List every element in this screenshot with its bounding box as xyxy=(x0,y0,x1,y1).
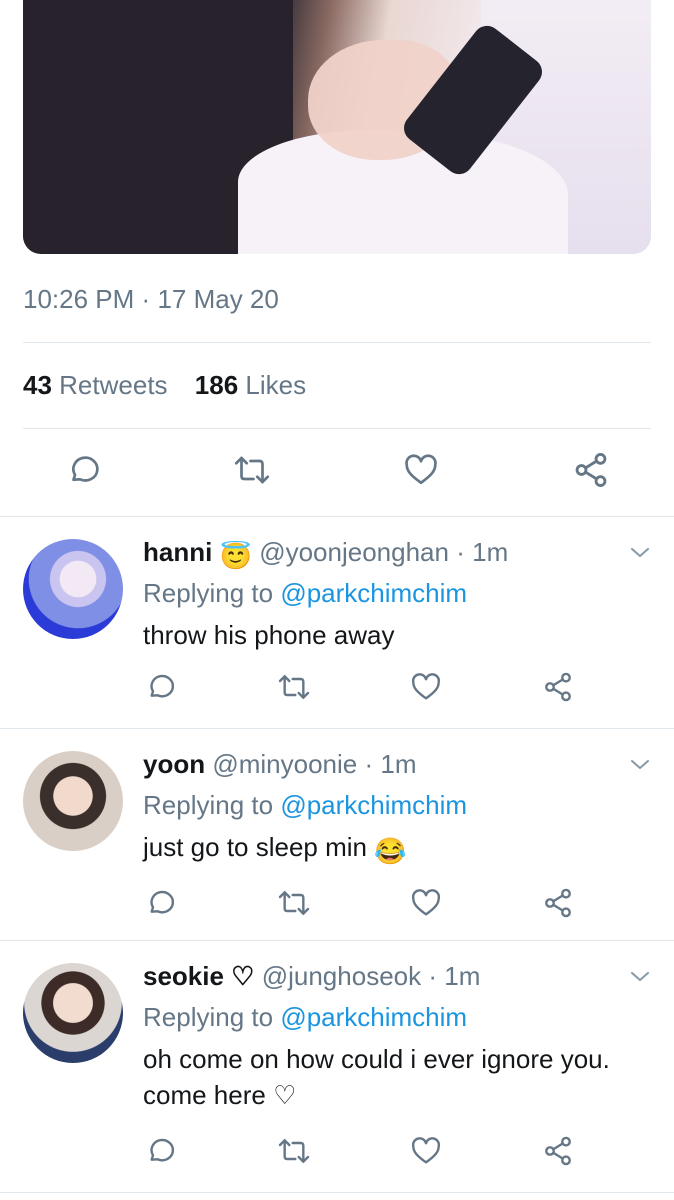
avatar[interactable] xyxy=(23,963,123,1063)
reply-header: yoon @minyoonie · 1m xyxy=(143,749,417,780)
heart-icon xyxy=(411,1137,441,1164)
reply-text-line: come here ♡ xyxy=(143,1080,297,1110)
avatar[interactable] xyxy=(23,751,123,851)
like-count: 186 xyxy=(194,370,239,400)
heart-icon xyxy=(411,673,441,700)
user-handle[interactable]: @junghoseok xyxy=(262,961,421,991)
meta-sep: · xyxy=(456,537,465,567)
reply-button[interactable] xyxy=(143,883,179,923)
replying-prefix: Replying to xyxy=(143,578,274,608)
reply-time: 1m xyxy=(472,537,509,567)
reply-tweet[interactable]: seokie ♡ @junghoseok · 1m Replying to @p… xyxy=(0,941,674,1191)
tweet-timestamp[interactable]: 10:26 PM · 17 May 20 xyxy=(23,284,279,315)
retweet-icon xyxy=(278,1139,310,1163)
reply-text: throw his phone away xyxy=(143,620,395,650)
share-icon xyxy=(545,888,571,918)
reply-tweet[interactable]: hanni 😇 @yoonjeonghan · 1m Replying to @… xyxy=(0,517,674,727)
retweet-icon xyxy=(234,456,270,484)
reply-button[interactable] xyxy=(143,1131,179,1171)
retweets-stat[interactable]: 43 Retweets xyxy=(23,370,168,400)
retweet-button[interactable] xyxy=(230,448,274,492)
divider xyxy=(23,342,651,343)
replying-to: Replying to @parkchimchim xyxy=(143,1002,467,1033)
reply-bubble-icon xyxy=(150,1138,175,1162)
chevron-down-icon[interactable] xyxy=(628,965,652,989)
mention-link[interactable]: @parkchimchim xyxy=(280,1002,467,1032)
avatar[interactable] xyxy=(23,539,123,639)
share-button[interactable] xyxy=(570,448,612,492)
display-name[interactable]: seokie ♡ xyxy=(143,961,254,991)
display-name[interactable]: hanni xyxy=(143,537,212,567)
display-name[interactable]: yoon xyxy=(143,749,205,779)
share-button[interactable] xyxy=(540,667,576,707)
retweet-icon xyxy=(278,891,310,915)
tweet-stats: 43 Retweets 186 Likes xyxy=(23,370,326,401)
reply-time: 1m xyxy=(380,749,417,779)
reply-text-line: oh come on how could i ever ignore you. xyxy=(143,1044,610,1074)
replying-to: Replying to @parkchimchim xyxy=(143,578,467,609)
retweet-button[interactable] xyxy=(274,883,314,923)
share-icon xyxy=(545,672,571,702)
meta-sep: · xyxy=(428,961,438,991)
retweet-count: 43 xyxy=(23,370,52,400)
likes-stat[interactable]: 186 Likes xyxy=(195,370,306,400)
replying-to: Replying to @parkchimchim xyxy=(143,790,467,821)
reply-bubble-icon xyxy=(150,890,175,914)
heart-icon xyxy=(405,454,437,485)
replying-prefix: Replying to xyxy=(143,790,274,820)
tweet-date: 17 May 20 xyxy=(157,284,279,314)
retweet-label: Retweets xyxy=(59,370,168,400)
reply-header: hanni 😇 @yoonjeonghan · 1m xyxy=(143,537,508,572)
divider xyxy=(23,428,651,429)
reply-header: seokie ♡ @junghoseok · 1m xyxy=(143,961,480,992)
reply-time: 1m xyxy=(444,961,481,991)
chevron-down-icon[interactable] xyxy=(628,753,652,777)
reply-bubble-icon xyxy=(72,456,99,482)
share-button[interactable] xyxy=(540,1131,576,1171)
like-label: Likes xyxy=(245,370,307,400)
mention-link[interactable]: @parkchimchim xyxy=(280,578,467,608)
chevron-down-icon[interactable] xyxy=(628,541,652,565)
like-button[interactable] xyxy=(407,1131,445,1171)
mention-link[interactable]: @parkchimchim xyxy=(280,790,467,820)
share-button[interactable] xyxy=(540,883,576,923)
reply-bubble-icon xyxy=(150,674,175,698)
user-handle[interactable]: @minyoonie xyxy=(212,749,357,779)
like-button[interactable] xyxy=(407,883,445,923)
angel-emoji-icon: 😇 xyxy=(219,541,252,571)
user-handle[interactable]: @yoonjeonghan xyxy=(259,537,449,567)
retweet-icon xyxy=(278,675,310,699)
heart-icon xyxy=(411,889,441,916)
like-button[interactable] xyxy=(400,448,442,492)
divider xyxy=(0,1192,674,1193)
like-button[interactable] xyxy=(407,667,445,707)
retweet-button[interactable] xyxy=(274,667,314,707)
reply-text-line: just go to sleep min xyxy=(143,832,368,862)
reply-text: just go to sleep min 😂 xyxy=(143,829,407,870)
share-icon xyxy=(575,453,607,487)
tweet-meta-sep: · xyxy=(141,284,151,314)
reply-button[interactable] xyxy=(143,667,179,707)
reply-tweet[interactable]: yoon @minyoonie · 1m Replying to @parkch… xyxy=(0,729,674,939)
share-icon xyxy=(545,1136,571,1166)
tweet-time: 10:26 PM xyxy=(23,284,135,314)
reply-button[interactable] xyxy=(64,448,104,492)
replying-prefix: Replying to xyxy=(143,1002,274,1032)
meta-sep: · xyxy=(364,749,374,779)
tweet-media-image[interactable] xyxy=(23,0,651,254)
laughing-emoji-icon: 😂 xyxy=(374,836,407,866)
retweet-button[interactable] xyxy=(274,1131,314,1171)
